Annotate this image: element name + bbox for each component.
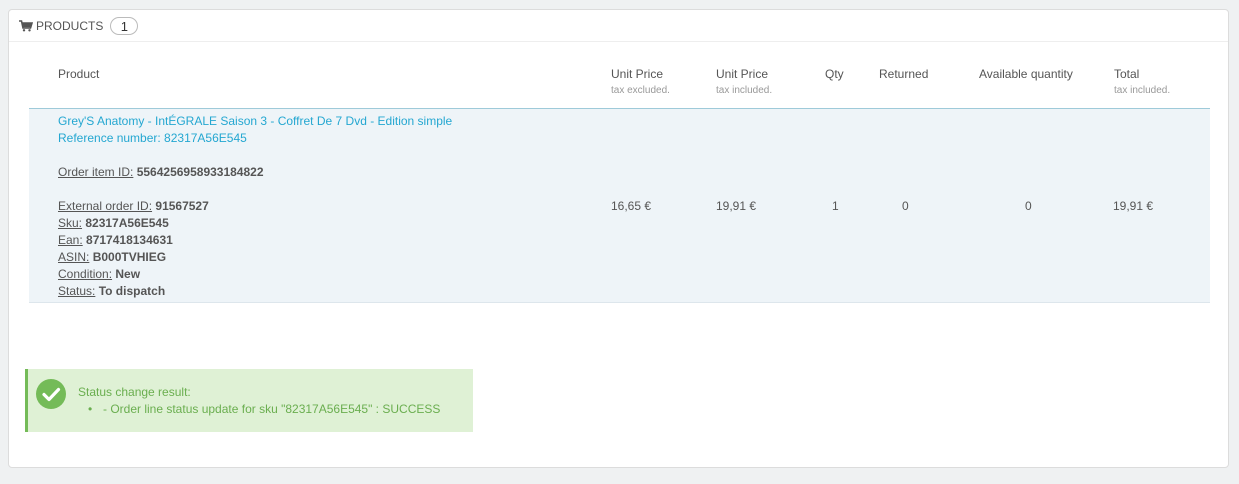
ean: Ean: 8717418134631 — [58, 233, 173, 247]
asin: ASIN: B000TVHIEG — [58, 250, 167, 264]
product-name-link[interactable]: Grey'S Anatomy - IntÉGRALE Saison 3 - Co… — [58, 113, 452, 130]
status: Status: To dispatch — [58, 284, 166, 298]
header-product: Product — [58, 67, 100, 81]
product-cell: Grey'S Anatomy - IntÉGRALE Saison 3 - Co… — [58, 113, 452, 300]
product-count-badge: 1 — [110, 16, 139, 35]
products-table: Product Unit Price tax excluded. Unit Pr… — [29, 52, 1210, 303]
header-returned: Returned — [879, 67, 929, 81]
header-unit-price-incl: Unit Price tax included. — [716, 67, 773, 96]
condition: Condition: New — [58, 267, 141, 281]
check-circle-icon — [36, 379, 66, 409]
unit-price-excl-value: 16,65 € — [611, 199, 652, 213]
table-row: Grey'S Anatomy - IntÉGRALE Saison 3 - Co… — [29, 109, 1210, 303]
sku: Sku: 82317A56E545 — [58, 216, 169, 230]
total-value: 19,91 € — [1113, 199, 1154, 213]
header-qty: Qty — [825, 67, 844, 81]
products-panel: PRODUCTS 1 Product Unit Price tax exclud… — [8, 9, 1229, 468]
unit-price-incl-value: 19,91 € — [716, 199, 757, 213]
qty-value: 1 — [832, 199, 839, 213]
panel-heading: PRODUCTS 1 — [9, 10, 1228, 42]
header-total: Total tax included. — [1114, 67, 1171, 96]
header-available-quantity: Available quantity — [979, 67, 1073, 81]
alert-title: Status change result: — [78, 385, 191, 399]
returned-value: 0 — [902, 199, 909, 213]
list-item: - Order line status update for sku "8231… — [103, 402, 440, 416]
panel-title: PRODUCTS — [36, 18, 104, 33]
table-header: Product Unit Price tax excluded. Unit Pr… — [29, 52, 1210, 109]
header-unit-price-excl: Unit Price tax excluded. — [611, 67, 670, 96]
shopping-cart-icon — [19, 19, 34, 32]
order-item-id: Order item ID: 5564256958933184822 — [58, 165, 264, 179]
alert-list: - Order line status update for sku "8231… — [103, 402, 440, 416]
external-order-id: External order ID: 91567527 — [58, 199, 209, 213]
product-reference-link[interactable]: Reference number: 82317A56E545 — [58, 130, 452, 147]
status-result-alert: Status change result: - Order line statu… — [25, 369, 473, 432]
available-quantity-value: 0 — [1025, 199, 1032, 213]
